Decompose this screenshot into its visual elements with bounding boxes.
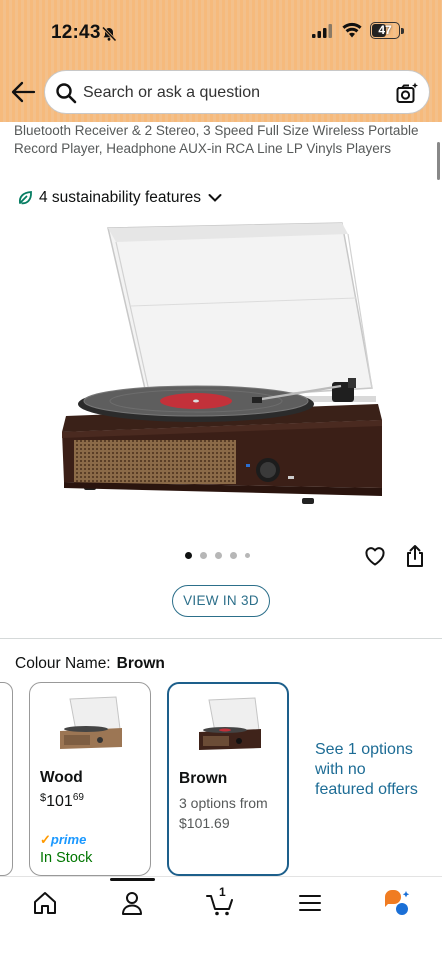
status-time: 12:43 xyxy=(51,22,101,43)
chevron-down-icon xyxy=(208,194,222,202)
colour-option-name: Brown xyxy=(179,770,228,787)
share-icon[interactable] xyxy=(405,544,425,568)
search-icon xyxy=(56,83,77,104)
colour-name-row: Colour Name: Brown xyxy=(15,655,165,673)
selected-colour: Brown xyxy=(116,655,165,672)
colour-option-previous[interactable] xyxy=(0,682,13,876)
search-bar[interactable]: Search or ask a question xyxy=(44,70,430,114)
colour-option-price: $10169 xyxy=(40,792,84,810)
carousel-dot[interactable] xyxy=(200,552,207,559)
cart-count-badge: 1 xyxy=(219,885,226,899)
wifi-icon xyxy=(342,22,362,38)
carousel-dot[interactable] xyxy=(215,552,222,559)
see-options-link[interactable]: See 1 options with no featured offers xyxy=(315,740,427,800)
account-icon[interactable] xyxy=(117,888,147,918)
product-image[interactable] xyxy=(56,220,386,510)
battery-indicator: 47 xyxy=(370,22,404,39)
battery-level: 47 xyxy=(378,23,392,37)
active-tab-indicator xyxy=(110,878,155,881)
menu-icon[interactable] xyxy=(295,888,325,918)
silent-bell-icon xyxy=(101,26,117,42)
cellular-signal-icon xyxy=(312,24,332,38)
colour-option-name: Wood xyxy=(40,769,83,786)
camera-search-icon[interactable] xyxy=(395,81,419,105)
back-arrow-icon[interactable] xyxy=(10,80,36,104)
heart-icon[interactable] xyxy=(364,545,386,567)
scroll-indicator xyxy=(437,142,440,180)
colour-name-label: Colour Name: xyxy=(15,655,111,672)
search-placeholder[interactable]: Search or ask a question xyxy=(83,84,260,102)
carousel-dot[interactable] xyxy=(185,552,192,559)
colour-option-wood[interactable]: Wood $10169 ✓prime In Stock xyxy=(29,682,151,876)
status-bar: 12:43 47 xyxy=(0,0,442,64)
home-icon[interactable] xyxy=(30,888,60,918)
carousel-dot[interactable] xyxy=(245,553,250,558)
sustainability-features-toggle[interactable]: 4 sustainability features xyxy=(17,188,222,208)
image-carousel-dots[interactable] xyxy=(185,552,250,559)
stock-status: In Stock xyxy=(40,850,93,866)
section-divider xyxy=(0,638,442,639)
colour-option-offers: 3 options from $101.69 xyxy=(179,795,268,831)
brown-thumbnail xyxy=(199,697,261,750)
view-in-3d-button[interactable]: VIEW IN 3D xyxy=(172,585,270,617)
wood-thumbnail xyxy=(60,696,122,749)
carousel-dot[interactable] xyxy=(230,552,237,559)
leaf-icon xyxy=(18,191,32,205)
rufus-assistant-icon[interactable] xyxy=(382,888,412,918)
prime-badge: ✓prime xyxy=(40,832,87,847)
colour-option-brown[interactable]: Brown 3 options from $101.69 xyxy=(167,682,289,876)
sustainability-label[interactable]: 4 sustainability features xyxy=(39,189,201,207)
product-title: Bluetooth Receiver & 2 Stereo, 3 Speed F… xyxy=(14,123,419,156)
